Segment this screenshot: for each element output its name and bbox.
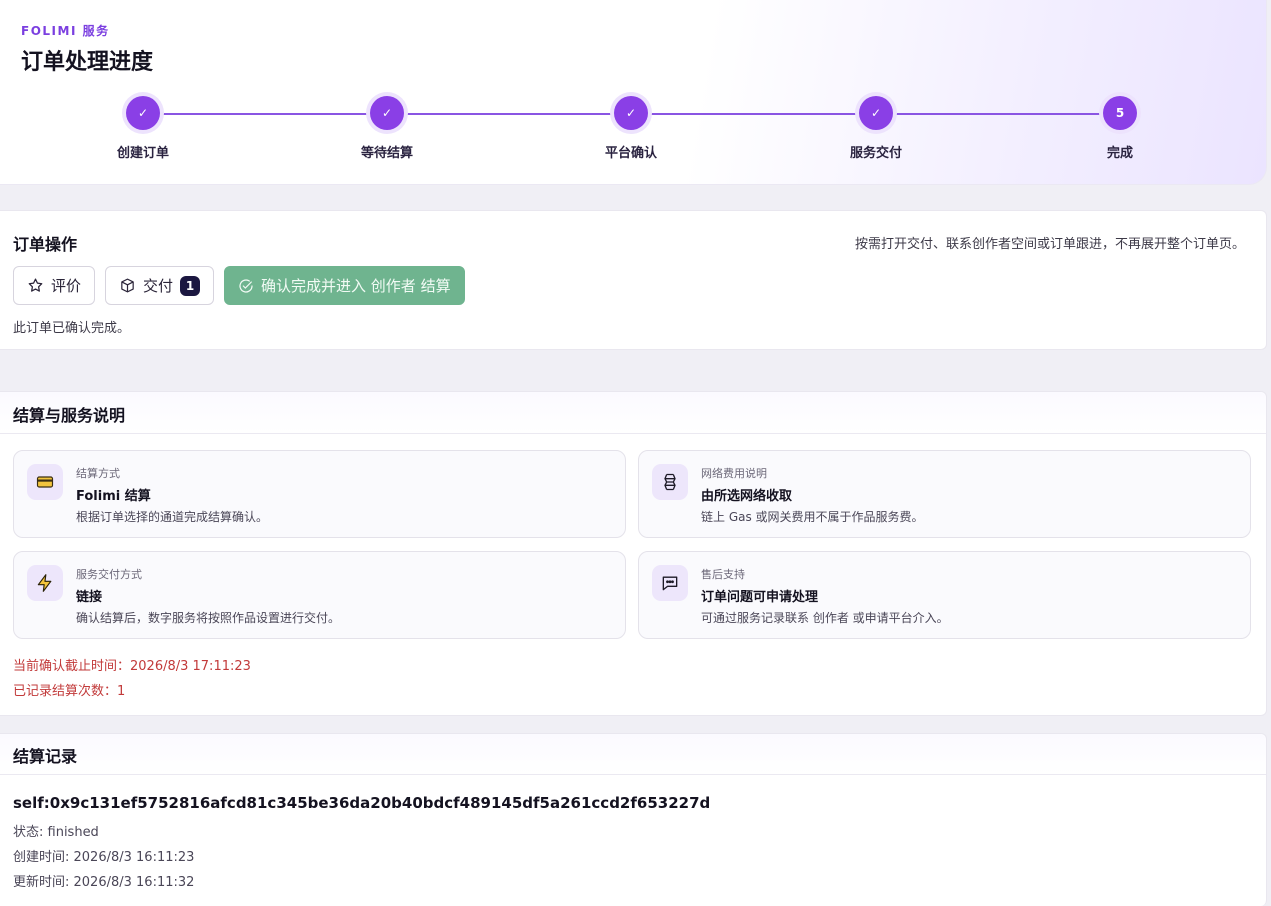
info-card-subtitle: 结算方式 xyxy=(76,467,120,480)
record-status: 状态: finished xyxy=(13,825,99,840)
progress-stepper: ✓ 创建订单 ✓ 等待结算 ✓ 平台确认 ✓ 服务交付 5 完成 xyxy=(0,96,1267,166)
section-header: 结算记录 xyxy=(0,734,1266,775)
step-label: 完成 xyxy=(1106,146,1133,161)
info-card-value: 链接 xyxy=(76,590,103,605)
info-card-network-fee: 网络费用说明 由所选网络收取 链上 Gas 或网关费用不属于作品服务费。 xyxy=(638,450,1251,538)
box-icon xyxy=(121,278,134,293)
card-icon xyxy=(27,464,63,500)
info-card-value: 订单问题可申请处理 xyxy=(701,590,819,605)
progress-header: FOLIMI 服务 订单处理进度 ✓ 创建订单 ✓ 等待结算 ✓ 平台确认 ✓ … xyxy=(0,0,1267,185)
settlement-info-panel: 结算与服务说明 结算方式 Folimi 结算 根据订单选择的通道完成结算确认。 … xyxy=(0,391,1267,716)
record-created-time: 创建时间: 2026/8/3 16:11:23 xyxy=(13,850,195,865)
record-id: self:0x9c131ef5752816afcd81c345be36da20b… xyxy=(13,794,711,812)
confirm-complete-button[interactable]: 确认完成并进入 创作者 结算 xyxy=(224,266,465,305)
check-icon: ✓ xyxy=(859,96,893,130)
info-card-grid: 结算方式 Folimi 结算 根据订单选择的通道完成结算确认。 网络费用说明 由… xyxy=(13,450,1251,639)
info-card-description: 可通过服务记录联系 创作者 或申请平台介入。 xyxy=(701,611,949,625)
info-card-delivery-method: 服务交付方式 链接 确认结算后，数字服务将按照作品设置进行交付。 xyxy=(13,551,626,639)
step-platform-confirm: ✓ 平台确认 xyxy=(571,96,691,161)
chat-icon xyxy=(652,565,688,601)
check-icon: ✓ xyxy=(370,96,404,130)
network-icon xyxy=(652,464,688,500)
info-card-description: 链上 Gas 或网关费用不属于作品服务费。 xyxy=(701,510,924,524)
review-button[interactable]: 评价 xyxy=(13,266,96,305)
confirm-deadline: 当前确认截止时间：2026/8/3 17:11:23 xyxy=(13,659,251,674)
info-card-after-sales: 售后支持 订单问题可申请处理 可通过服务记录联系 创作者 或申请平台介入。 xyxy=(638,551,1251,639)
order-actions-panel: 订单操作 按需打开交付、联系创作者空间或订单跟进，不再展开整个订单页。 评价 交… xyxy=(0,210,1267,350)
step-complete: 5 完成 xyxy=(1060,96,1180,161)
step-label: 平台确认 xyxy=(604,146,657,161)
check-icon: ✓ xyxy=(126,96,160,130)
order-status-note: 此订单已确认完成。 xyxy=(13,321,131,336)
step-label: 服务交付 xyxy=(849,146,902,161)
delivery-count-badge: 1 xyxy=(180,275,201,296)
step-create-order: ✓ 创建订单 xyxy=(83,96,203,161)
info-card-settlement-method: 结算方式 Folimi 结算 根据订单选择的通道完成结算确认。 xyxy=(13,450,626,538)
brand-label: FOLIMI 服务 xyxy=(21,24,110,38)
settlement-records-panel: 结算记录 self:0x9c131ef5752816afcd81c345be36… xyxy=(0,733,1267,906)
section-title: 结算与服务说明 xyxy=(13,406,126,425)
page-title: 订单处理进度 xyxy=(21,50,154,75)
step-label: 等待结算 xyxy=(360,146,413,161)
settlement-count: 已记录结算次数：1 xyxy=(13,684,126,699)
check-icon: ✓ xyxy=(614,96,648,130)
info-card-value: Folimi 结算 xyxy=(76,489,151,504)
step-number: 5 xyxy=(1103,96,1137,130)
review-label: 评价 xyxy=(51,277,82,295)
lightning-icon xyxy=(27,565,63,601)
star-icon xyxy=(28,278,43,292)
step-label: 创建订单 xyxy=(116,146,169,161)
delivery-button[interactable]: 交付 1 xyxy=(105,266,215,305)
action-buttons: 评价 交付 1 确认完成并进入 创作者 结算 xyxy=(13,266,465,305)
step-await-settlement: ✓ 等待结算 xyxy=(327,96,447,161)
section-title: 结算记录 xyxy=(13,747,78,766)
check-circle-icon xyxy=(239,278,253,293)
actions-hint: 按需打开交付、联系创作者空间或订单跟进，不再展开整个订单页。 xyxy=(854,237,1245,252)
info-card-value: 由所选网络收取 xyxy=(701,489,793,504)
info-card-description: 确认结算后，数字服务将按照作品设置进行交付。 xyxy=(76,611,341,625)
section-title: 订单操作 xyxy=(13,235,78,254)
section-header: 结算与服务说明 xyxy=(0,392,1266,434)
info-card-subtitle: 服务交付方式 xyxy=(76,568,142,581)
info-card-subtitle: 网络费用说明 xyxy=(701,467,767,480)
confirm-label: 确认完成并进入 创作者 结算 xyxy=(261,277,451,295)
delivery-label: 交付 xyxy=(143,277,174,295)
step-service-delivery: ✓ 服务交付 xyxy=(816,96,936,161)
record-updated-time: 更新时间: 2026/8/3 16:11:32 xyxy=(13,875,195,890)
info-card-description: 根据订单选择的通道完成结算确认。 xyxy=(76,510,269,524)
info-card-subtitle: 售后支持 xyxy=(701,568,745,581)
